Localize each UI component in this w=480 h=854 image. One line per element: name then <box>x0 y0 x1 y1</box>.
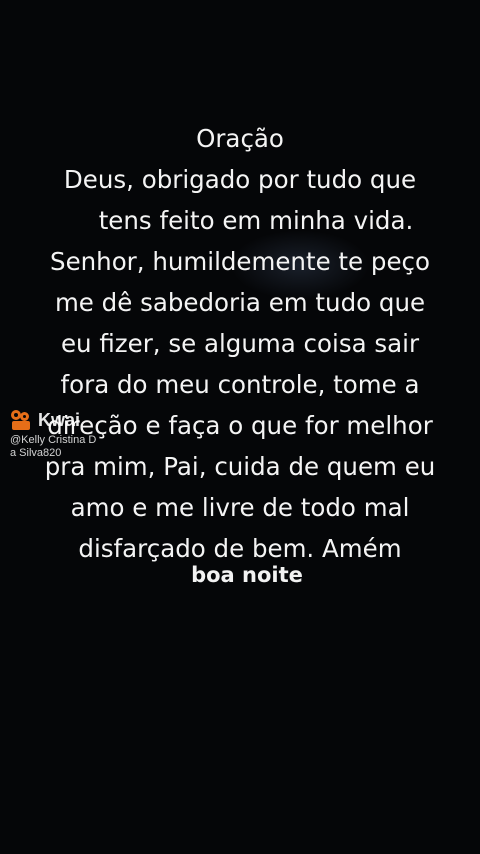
prayer-line: tens feito em minha vida. <box>98 206 414 235</box>
watermark-handle: @Kelly Cristina D a Silva820 <box>10 434 120 460</box>
prayer-text-block: Oração Deus, obrigado por tudo que tens … <box>0 118 480 569</box>
prayer-line: fora do meu controle, tome a <box>60 370 420 399</box>
prayer-line: Senhor, humildemente te peço <box>50 247 430 276</box>
watermark-handle-line1: @Kelly Cristina D <box>10 434 97 446</box>
watermark-handle-line2: a Silva820 <box>10 447 62 459</box>
kwai-watermark: Kwai @Kelly Cristina D a Silva820 <box>10 408 120 460</box>
kwai-logo-icon <box>10 408 34 432</box>
prayer-line: Deus, obrigado por tudo que <box>63 165 417 194</box>
prayer-line: eu fizer, se alguma coisa sair <box>60 329 420 358</box>
greeting-text: boa noite <box>191 563 303 587</box>
prayer-line: amo e me livre de todo mal <box>70 493 410 522</box>
prayer-line: me dê sabedoria em tudo que <box>54 288 426 317</box>
prayer-title: Oração <box>196 124 284 153</box>
watermark-brand-name: Kwai <box>38 409 81 430</box>
watermark-brand: Kwai <box>10 408 120 432</box>
